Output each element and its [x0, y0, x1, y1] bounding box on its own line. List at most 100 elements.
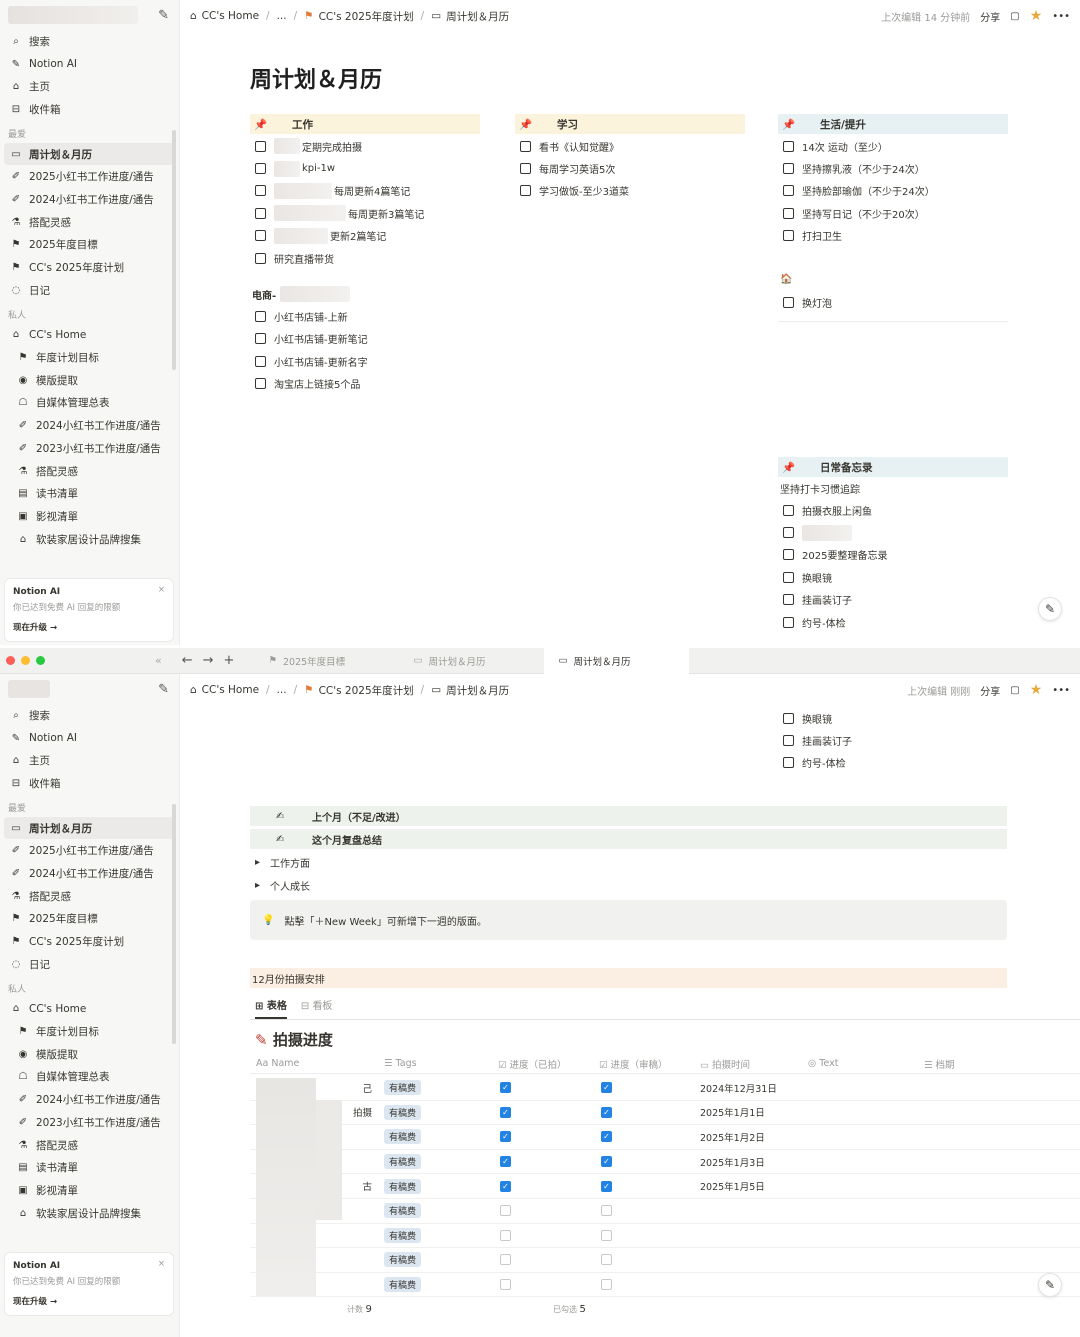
text-cell[interactable]	[802, 1150, 918, 1174]
todo-item[interactable]: 坚持擦乳液（不少于24次）	[778, 157, 1008, 179]
checkbox-review[interactable]	[601, 1229, 612, 1241]
favorite-item[interactable]: ⚑ 2025年度目標	[0, 234, 179, 257]
checkbox[interactable]	[783, 757, 794, 769]
checkbox-shot[interactable]	[500, 1229, 511, 1241]
checkbox[interactable]	[255, 333, 266, 345]
favorite-item[interactable]: ◌ 日记	[0, 279, 179, 302]
column-header[interactable]: Aa Name	[250, 1054, 378, 1073]
todo-item[interactable]: 研究直播带货	[250, 247, 480, 269]
private-item[interactable]: ⚗ 搭配灵感	[0, 1134, 179, 1157]
sidebar-scrollbar[interactable]	[172, 130, 176, 370]
private-item[interactable]: ⚗ 搭配灵感	[0, 460, 179, 483]
shoot-date[interactable]: 2025年1月1日	[700, 1105, 765, 1119]
collapse-sidebar-icon[interactable]: «	[155, 654, 162, 667]
private-item[interactable]: ⚑ 年度计划目标	[0, 1020, 179, 1043]
comment-icon[interactable]: ▢	[1010, 11, 1019, 22]
todo-item[interactable]: 小红书店铺-更新笔记	[250, 328, 480, 350]
checkbox-shot[interactable]	[500, 1205, 511, 1217]
shoot-date[interactable]: 2024年12月31日	[700, 1081, 777, 1095]
tag-badge[interactable]: 有稿费	[384, 1129, 422, 1145]
todo-item[interactable]: 淘宝店上链接5个品	[250, 373, 480, 395]
checkbox-shot[interactable]: ✓	[500, 1082, 511, 1094]
sidebar-item[interactable]: ⌂ 主页	[0, 749, 179, 772]
shoot-date[interactable]: 2025年1月5日	[700, 1179, 765, 1193]
favorite-item[interactable]: ▭ 周计划＆月历	[4, 142, 175, 166]
sidebar-item[interactable]: ⌂ 主页	[0, 75, 179, 98]
private-item[interactable]: ☖ 自媒体管理总表	[0, 392, 179, 415]
new-page-icon[interactable]: ✎	[158, 682, 169, 697]
tag-badge[interactable]: 有稿费	[384, 1178, 422, 1194]
new-tab-icon[interactable]: +	[224, 653, 235, 668]
star-icon[interactable]: ★	[1030, 8, 1043, 24]
todo-item[interactable]: 学习做饭-至少3道菜	[515, 180, 745, 202]
column-header[interactable]: ☑ 进度（审稿）	[593, 1054, 694, 1073]
checkbox-review[interactable]: ✓	[601, 1156, 612, 1168]
tag-badge[interactable]: 有稿费	[384, 1154, 422, 1170]
checkbox-review[interactable]: ✓	[601, 1131, 612, 1143]
checkbox[interactable]	[520, 140, 531, 152]
upgrade-link[interactable]: 现在升级 →	[13, 621, 165, 633]
private-item[interactable]: ▤ 读书清單	[0, 1156, 179, 1179]
todo-item[interactable]: 看书《认知觉醒》	[515, 135, 745, 157]
checkbox[interactable]	[783, 616, 794, 628]
shoot-date[interactable]: 2025年1月2日	[700, 1130, 765, 1144]
tab-3[interactable]: ▭ 周计划＆月历	[544, 648, 690, 674]
private-item[interactable]: ⌂ 软装家居设计品牌搜集	[0, 1202, 179, 1225]
todo-item[interactable]: 约号-体检	[778, 752, 1008, 774]
private-item[interactable]: ✐ 2024小红书工作进度/通告	[0, 414, 179, 437]
private-item[interactable]: ✐ 2023小红书工作进度/通告	[0, 1111, 179, 1134]
checkbox[interactable]	[783, 735, 794, 747]
todo-item[interactable]: 拍摄衣服上闲鱼	[778, 499, 1008, 521]
checkbox[interactable]	[255, 355, 266, 367]
column-header[interactable]: ☰ Tags	[378, 1054, 492, 1073]
checkbox-review[interactable]: ✓	[601, 1180, 612, 1192]
checkbox[interactable]	[783, 571, 794, 583]
checkbox-shot[interactable]: ✓	[500, 1131, 511, 1143]
row-name[interactable]: 拍摄	[353, 1105, 372, 1119]
private-item[interactable]: ◉ 模版提取	[0, 1043, 179, 1066]
sidebar-item[interactable]: ✎ Notion AI	[0, 53, 179, 76]
todo-item[interactable]: 换眼镜	[778, 707, 1008, 729]
checkbox[interactable]	[255, 140, 266, 152]
checkbox[interactable]	[783, 230, 794, 242]
checkbox-shot[interactable]: ✓	[500, 1156, 511, 1168]
checkbox[interactable]	[783, 163, 794, 175]
checkbox-review[interactable]: ✓	[601, 1082, 612, 1094]
text-cell[interactable]	[802, 1199, 918, 1223]
todo-item[interactable]: 定期完成拍摄	[250, 135, 480, 157]
checkbox[interactable]	[783, 140, 794, 152]
checkbox[interactable]	[255, 252, 266, 264]
checkbox[interactable]	[520, 185, 531, 197]
sidebar-item[interactable]: ⊟ 收件箱	[0, 98, 179, 121]
private-item[interactable]: ◉ 模版提取	[0, 369, 179, 392]
todo-item[interactable]: 打扫卫生	[778, 225, 1008, 247]
todo-item[interactable]: 换灯泡	[778, 291, 1008, 313]
sidebar-item[interactable]: ✎ Notion AI	[0, 727, 179, 750]
private-item[interactable]: ⚑ 年度计划目标	[0, 346, 179, 369]
toggle-arrow-icon[interactable]: ▸	[255, 880, 260, 891]
schedule-cell[interactable]	[918, 1150, 1080, 1174]
share-button[interactable]: 分享	[980, 683, 1000, 698]
private-item[interactable]: ▣ 影视清單	[0, 1179, 179, 1202]
row-name[interactable]: 己	[362, 1081, 372, 1095]
favorite-item[interactable]: ⚑ CC's 2025年度计划	[0, 930, 179, 953]
back-icon[interactable]: ←	[182, 653, 193, 668]
sidebar-item[interactable]: ⌕ 搜索	[0, 704, 179, 727]
favorite-item[interactable]: ⚗ 搭配灵感	[0, 885, 179, 908]
private-item[interactable]: ⌂ CC's Home	[0, 998, 179, 1021]
star-icon[interactable]: ★	[1030, 682, 1043, 698]
checkbox[interactable]	[255, 230, 266, 242]
breadcrumb-plan[interactable]: CC's 2025年度计划	[319, 9, 414, 24]
text-cell[interactable]	[802, 1248, 918, 1272]
tag-badge[interactable]: 有稿费	[384, 1252, 422, 1268]
checkbox[interactable]	[783, 594, 794, 606]
column-header[interactable]: ☰ 档期	[918, 1054, 1080, 1073]
table-row[interactable]: 己有稿费 ✓ ✓ 2024年12月31日	[250, 1076, 1080, 1101]
close-window-icon[interactable]	[6, 656, 15, 665]
checkbox[interactable]	[255, 163, 266, 175]
checkbox[interactable]	[783, 549, 794, 561]
more-icon[interactable]: •••	[1052, 11, 1070, 22]
workspace-switcher[interactable]	[0, 674, 179, 704]
tag-badge[interactable]: 有稿费	[384, 1227, 422, 1243]
table-row[interactable]: 古有稿费 ✓ ✓ 2025年1月5日	[250, 1174, 1080, 1199]
